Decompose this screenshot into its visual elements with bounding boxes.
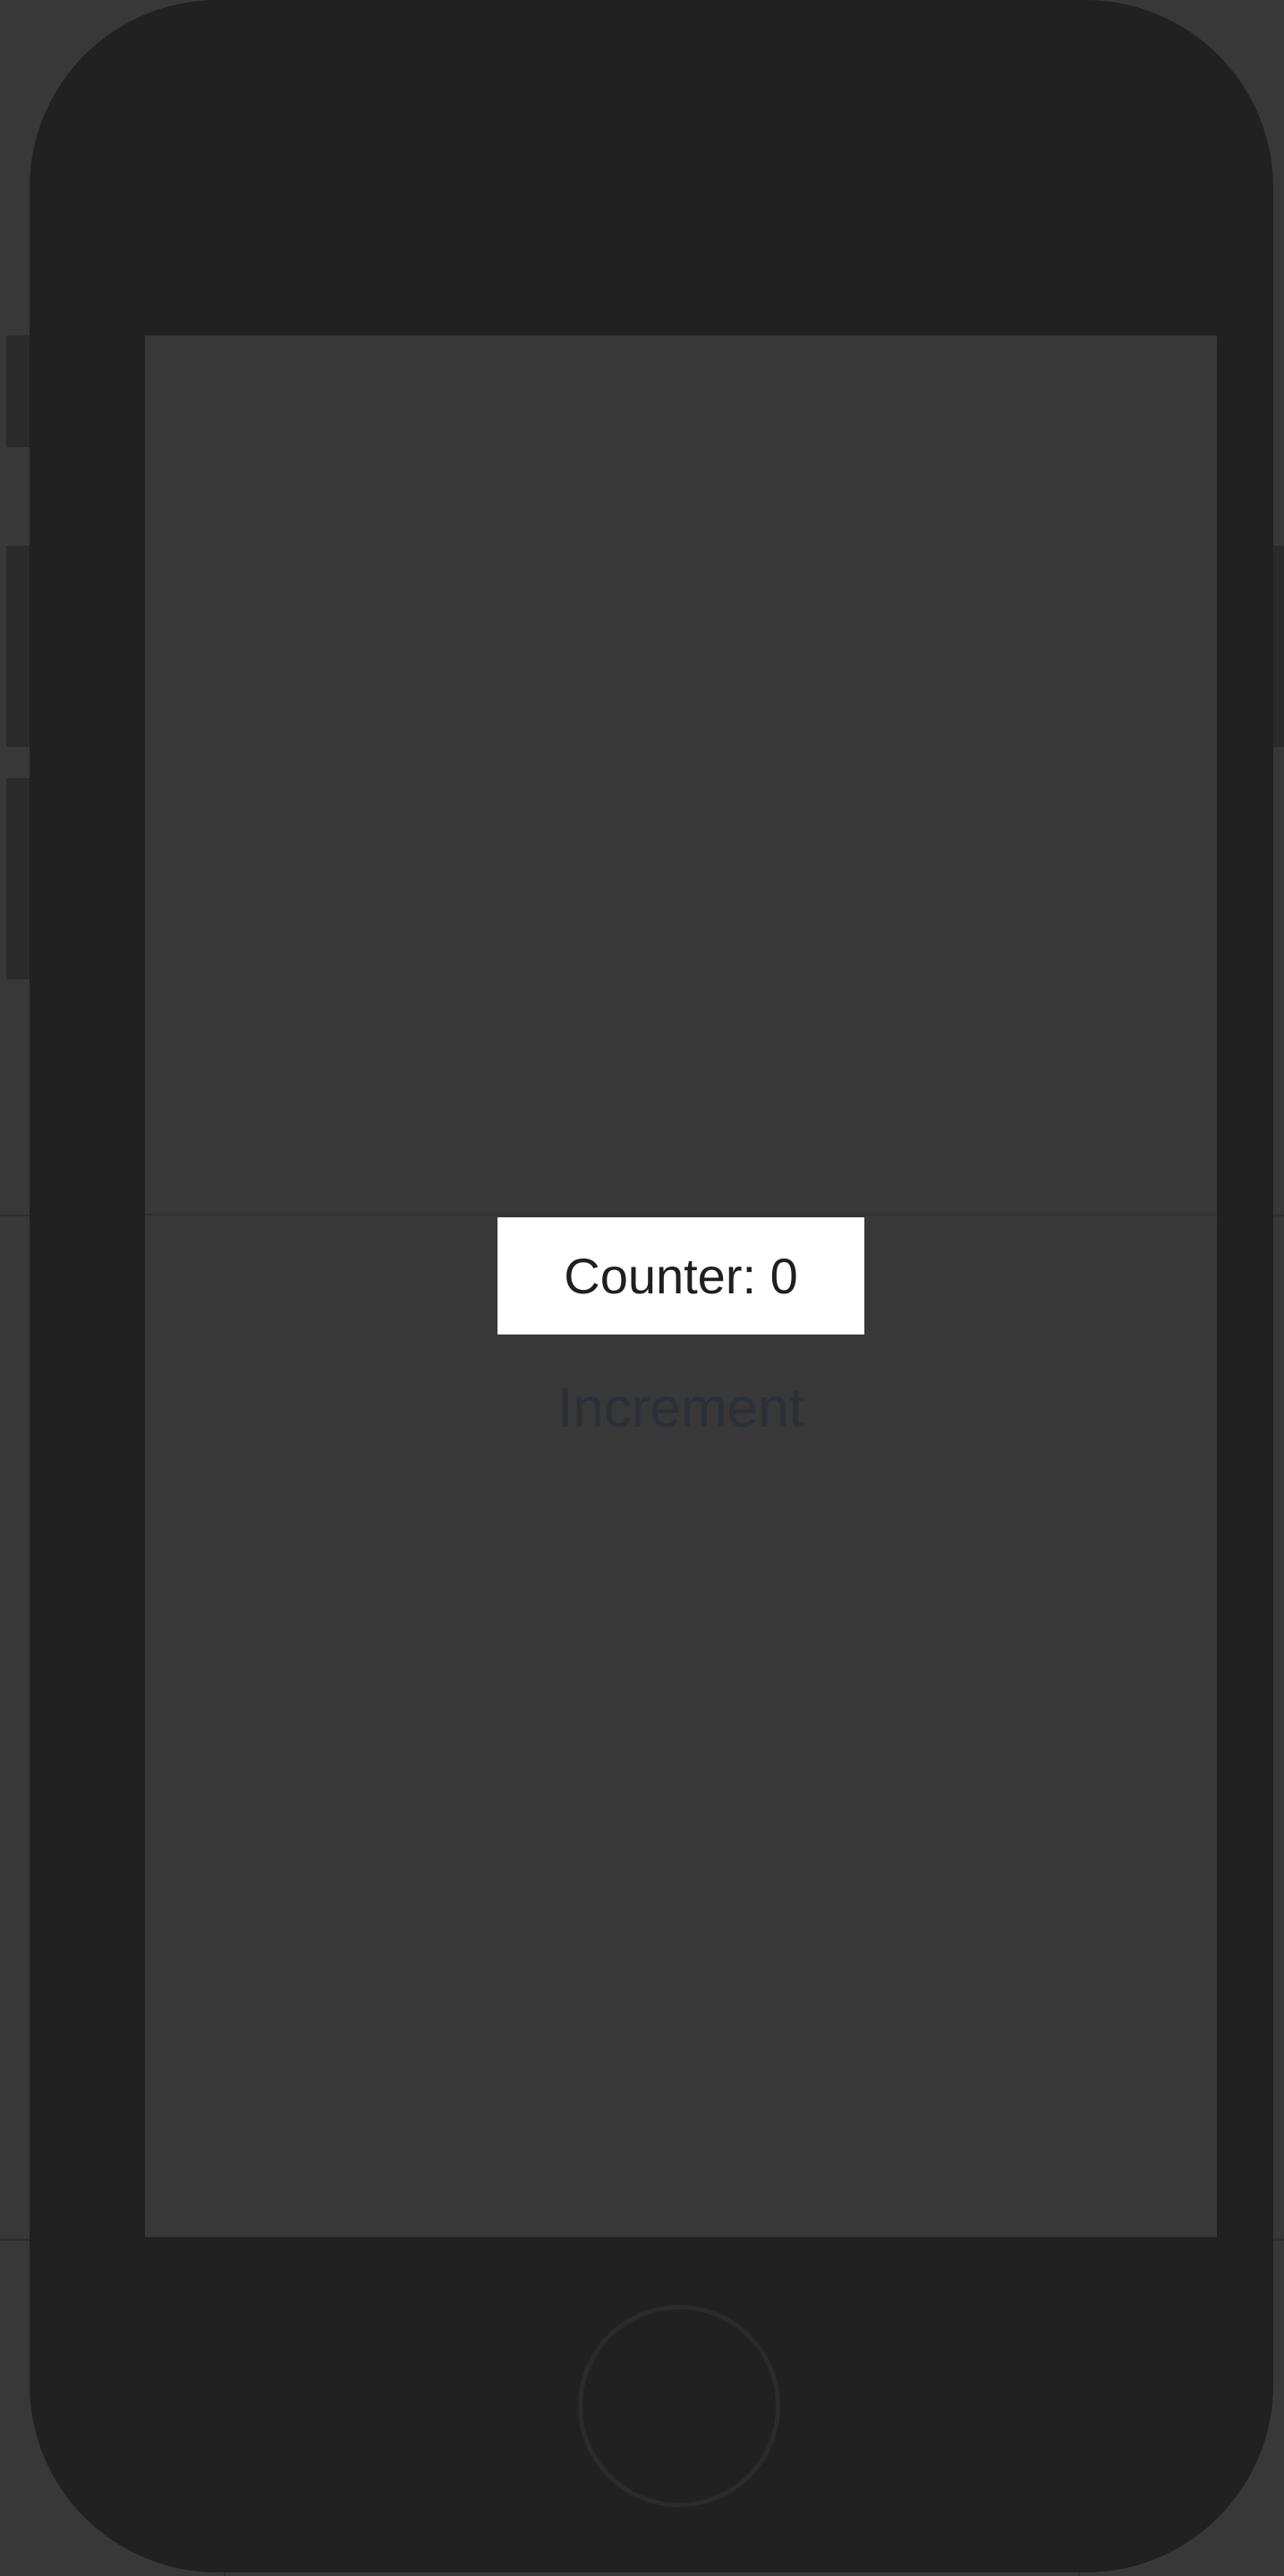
app-screen: Counter: 0 Increment [145, 335, 1217, 2237]
volume-down-button [6, 778, 30, 979]
screen-divider [145, 1214, 1217, 1216]
simulator-canvas: Counter: 0 Increment [0, 0, 1284, 2576]
home-button-icon[interactable] [578, 2305, 780, 2507]
increment-button[interactable]: Increment [457, 1364, 905, 1453]
silent-switch [6, 335, 30, 447]
counter-label: Counter: 0 [497, 1217, 864, 1335]
volume-up-button [6, 546, 30, 747]
device-frame: Counter: 0 Increment [30, 0, 1273, 2572]
